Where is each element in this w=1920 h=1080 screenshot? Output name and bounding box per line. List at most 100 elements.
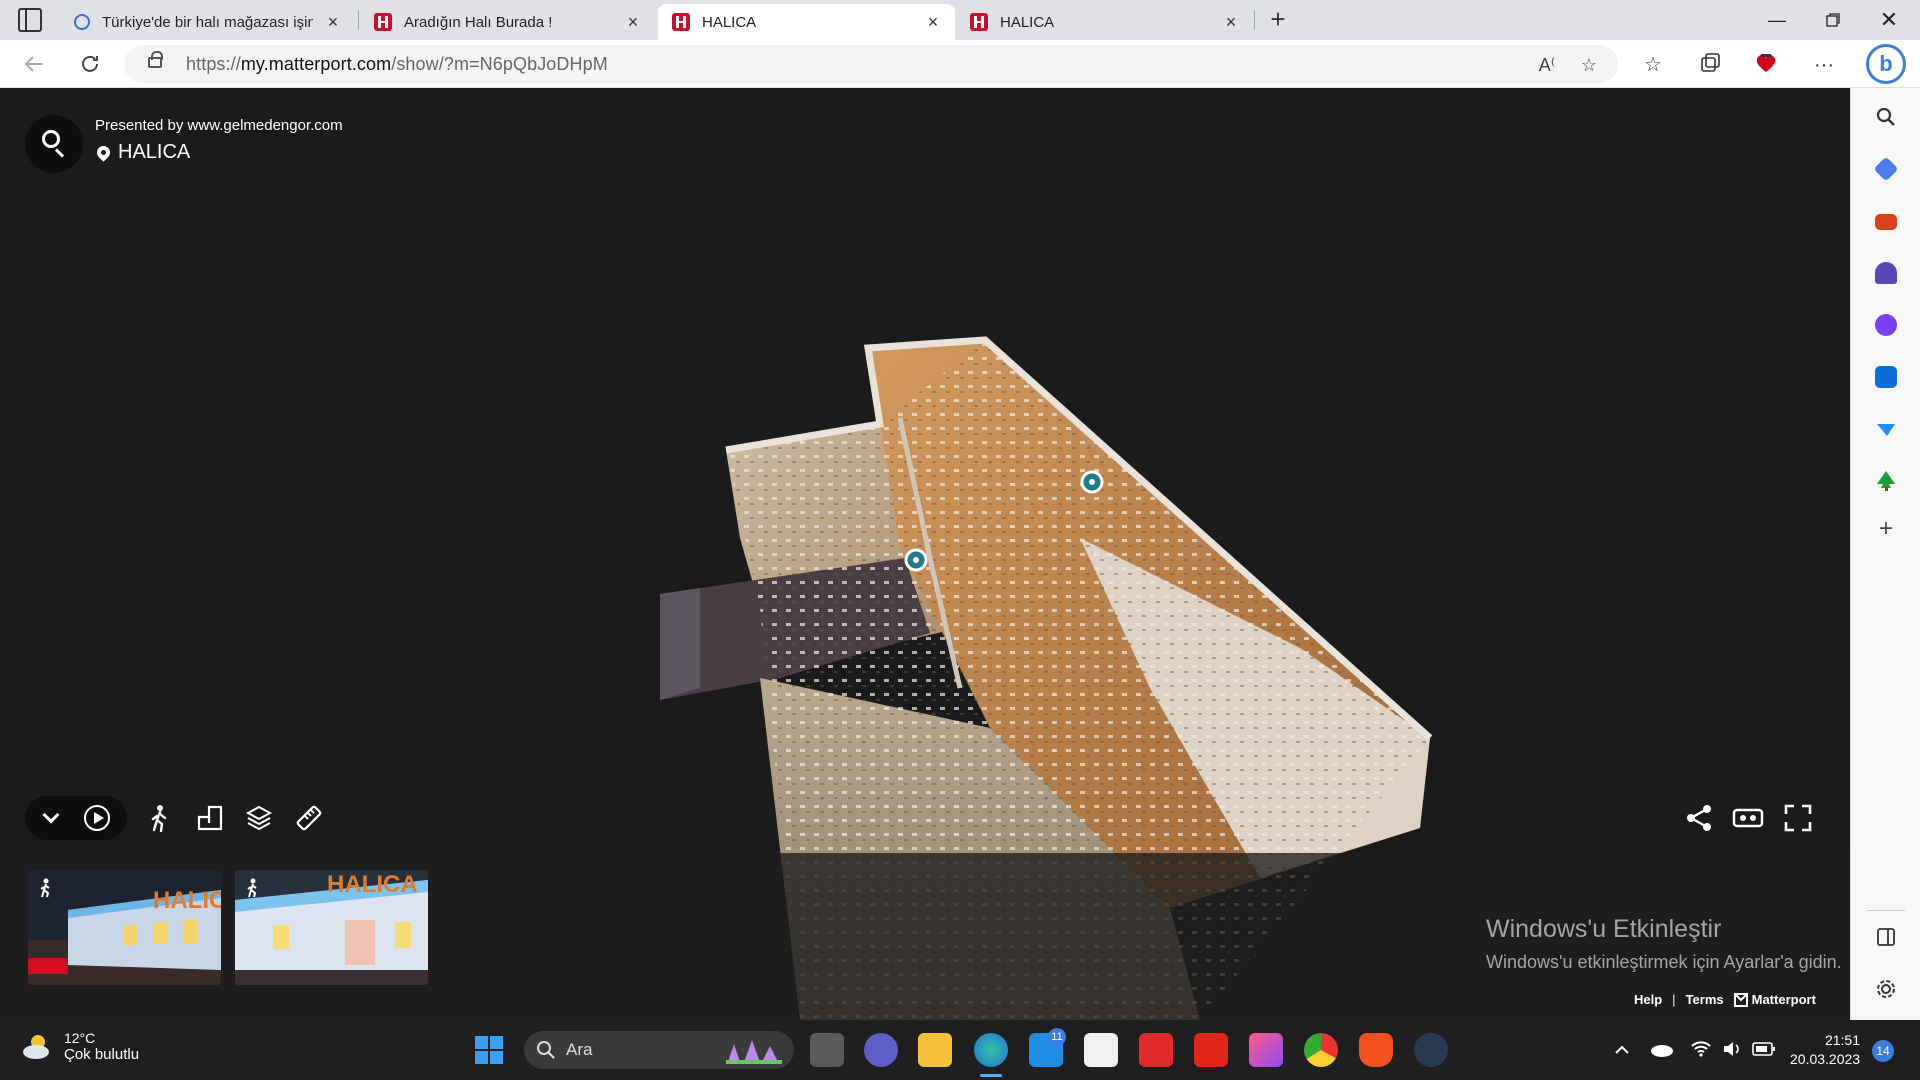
mattertag-marker[interactable] (1080, 470, 1104, 494)
drop-icon[interactable] (1875, 418, 1897, 440)
halica-sign-text: HALICA (327, 871, 418, 898)
microsoft-365-icon[interactable] (1875, 314, 1897, 336)
favorites-icon[interactable]: ☆ (1640, 52, 1666, 78)
edge-browser-icon[interactable] (974, 1033, 1008, 1067)
matterport-viewer[interactable]: Presented by www.gelmedengor.com HALICA (0, 88, 1850, 1020)
storefront-night-image: HALICA (235, 870, 428, 985)
ruler-icon (296, 805, 322, 831)
shopping-tag-icon[interactable] (1873, 156, 1899, 182)
tab-actions-icon[interactable] (18, 8, 42, 32)
app-icon[interactable] (1414, 1033, 1448, 1067)
tab-halica[interactable]: HALICA × (956, 4, 1253, 40)
system-clock[interactable]: 21:51 20.03.2023 (1790, 1031, 1860, 1069)
battery-icon[interactable] (1752, 1041, 1776, 1057)
vr-button[interactable] (1728, 798, 1768, 838)
close-icon[interactable]: × (325, 12, 341, 33)
weather-widget[interactable]: 12°C Çok bulutlu (20, 1030, 139, 1063)
walk-icon (247, 878, 257, 898)
highlight-thumbnail[interactable]: HALICA (28, 870, 221, 985)
floorplan-button[interactable] (190, 798, 230, 838)
search-icon[interactable] (1875, 106, 1897, 128)
share-button[interactable] (1679, 798, 1719, 838)
sidebar-toggle-icon[interactable] (1875, 926, 1897, 948)
walk-icon (40, 878, 50, 898)
help-link[interactable]: Help (1634, 992, 1662, 1007)
windows-activation-watermark: Windows'u Etkinleştir Windows'u etkinleş… (1486, 915, 1842, 973)
mail-badge: 11 (1048, 1028, 1066, 1046)
brave-icon[interactable] (1359, 1033, 1393, 1067)
task-view-icon[interactable] (810, 1033, 844, 1067)
tab-aradigin-hali[interactable]: Aradığın Halı Burada ! × (360, 4, 655, 40)
tools-icon[interactable] (1875, 214, 1897, 230)
matterport-logo-icon (1733, 992, 1748, 1007)
volume-icon[interactable] (1722, 1039, 1742, 1059)
games-icon[interactable] (1875, 262, 1897, 284)
adobe-acrobat-icon[interactable] (1194, 1033, 1228, 1067)
minimize-button[interactable]: — (1750, 0, 1804, 40)
extension-icon[interactable] (1753, 52, 1779, 78)
creative-cloud-icon[interactable] (1249, 1033, 1283, 1067)
outlook-icon[interactable] (1875, 366, 1897, 388)
mattertag-marker[interactable] (904, 548, 928, 572)
measure-button[interactable] (289, 798, 329, 838)
teams-chat-icon[interactable] (864, 1033, 898, 1067)
lock-icon[interactable] (148, 51, 163, 68)
clock-date: 20.03.2023 (1790, 1051, 1861, 1067)
tab-title: HALICA (1000, 13, 1055, 31)
sidebar-divider (1867, 910, 1905, 911)
location-pin-icon (94, 143, 113, 162)
floors-button[interactable] (239, 798, 279, 838)
storefront-night-image: HALICA (28, 870, 221, 985)
close-icon[interactable]: × (925, 12, 941, 33)
fullscreen-button[interactable] (1778, 798, 1818, 838)
tab-search-result[interactable]: Türkiye'de bir halı mağazası işini × (60, 4, 355, 40)
gear-icon[interactable] (1875, 978, 1897, 1000)
new-tab-button[interactable]: + (1264, 6, 1292, 34)
search-icon (74, 14, 90, 30)
terms-link[interactable]: Terms (1686, 992, 1724, 1007)
collections-icon[interactable] (1697, 52, 1723, 78)
address-bar[interactable]: https://my.matterport.com/show/?m=N6pQbJ… (124, 45, 1618, 83)
more-options-icon[interactable]: ··· (1811, 52, 1837, 78)
microsoft-store-icon[interactable] (1084, 1033, 1118, 1067)
back-button[interactable] (20, 50, 48, 78)
add-icon[interactable]: + (1875, 517, 1897, 541)
windows-start-icon[interactable] (472, 1033, 506, 1067)
wps-office-icon[interactable] (1139, 1033, 1173, 1067)
highlight-thumbnail[interactable]: HALICA (235, 870, 428, 985)
clock-time: 21:51 (1824, 1032, 1860, 1048)
onedrive-icon[interactable] (1650, 1040, 1674, 1058)
read-aloud-icon[interactable]: A⁽ (1536, 54, 1558, 76)
halica-sign-text: HALICA (153, 887, 221, 914)
url-text[interactable]: https://my.matterport.com/show/?m=N6pQbJ… (186, 54, 608, 75)
search-button[interactable] (25, 115, 83, 173)
tab-halica-active[interactable]: HALICA × (658, 4, 955, 40)
url-prefix: https:// (186, 54, 241, 74)
taskbar-search[interactable]: Ara (524, 1031, 794, 1069)
walk-mode-button[interactable] (139, 798, 179, 838)
chevron-down-icon[interactable] (42, 806, 60, 824)
add-favorite-icon[interactable]: ☆ (1578, 54, 1600, 76)
close-icon[interactable]: × (625, 12, 641, 33)
matterport-brand-link[interactable]: Matterport (1733, 992, 1816, 1007)
collections-glyph (1701, 53, 1720, 72)
notification-badge[interactable]: 14 (1872, 1040, 1894, 1062)
chevron-up-icon[interactable] (1614, 1042, 1630, 1056)
tree-icon[interactable] (1875, 470, 1897, 492)
chrome-icon[interactable] (1304, 1033, 1338, 1067)
tab-strip: Türkiye'de bir halı mağazası işini × Ara… (0, 0, 1920, 40)
search-icon (42, 130, 60, 148)
close-icon[interactable]: × (1223, 12, 1239, 33)
wifi-icon[interactable] (1690, 1038, 1712, 1058)
halica-logo-icon (374, 13, 392, 31)
bing-chat-button[interactable]: b (1866, 44, 1906, 84)
presented-by-text[interactable]: Presented by www.gelmedengor.com (95, 117, 343, 134)
matterport-icon (672, 13, 690, 31)
file-explorer-icon[interactable] (918, 1033, 952, 1067)
restore-button[interactable] (1806, 0, 1860, 40)
refresh-button[interactable] (76, 50, 104, 78)
close-window-button[interactable]: ✕ (1862, 0, 1916, 40)
matterport-icon (970, 13, 988, 31)
browser-toolbar: https://my.matterport.com/show/?m=N6pQbJ… (0, 40, 1920, 88)
play-icon[interactable] (84, 805, 110, 831)
